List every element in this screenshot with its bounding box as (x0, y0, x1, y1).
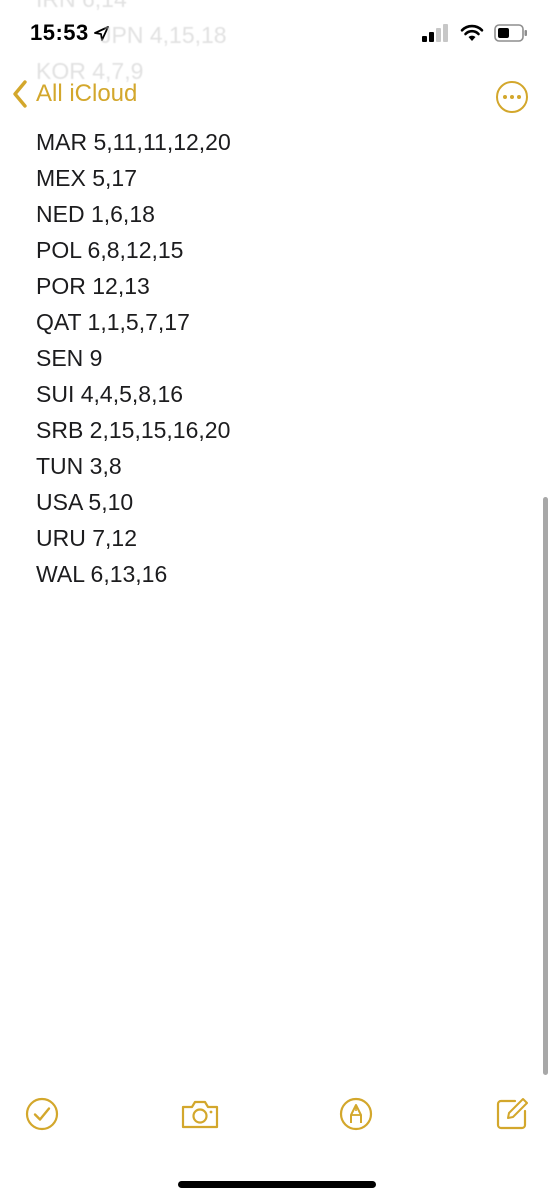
note-line: SEN 9 (36, 345, 103, 371)
camera-icon (181, 1100, 219, 1129)
note-line: TUN 3,8 (36, 453, 122, 479)
back-button[interactable]: All iCloud (12, 80, 137, 108)
note-line: SRB 2,15,15,16,20 (36, 417, 231, 443)
scrolled-note-line: IRN 6,14 (36, 0, 127, 13)
navigation-bar: All iCloud (0, 78, 554, 122)
scrolled-note-line: JPN 4,15,18 (100, 22, 227, 48)
note-line: WAL 6,13,16 (36, 561, 168, 587)
camera-button[interactable] (178, 1094, 222, 1134)
wifi-icon (460, 24, 484, 41)
note-line: POL 6,8,12,15 (36, 237, 184, 263)
more-dot (517, 95, 521, 99)
battery-icon (494, 24, 527, 42)
note-line: MEX 5,17 (36, 165, 137, 191)
more-options-button[interactable] (496, 81, 528, 113)
note-line: POR 12,13 (36, 273, 150, 299)
markup-pen-icon (339, 1097, 373, 1131)
compose-icon (496, 1098, 528, 1130)
checklist-button[interactable] (22, 1094, 62, 1134)
status-time: 15:53 (30, 20, 109, 46)
cellular-signal-icon (422, 24, 448, 42)
more-dot (510, 95, 514, 99)
checklist-icon (25, 1097, 59, 1131)
note-line: URU 7,12 (36, 525, 137, 551)
note-line: SUI 4,4,5,8,16 (36, 381, 184, 407)
more-dot (503, 95, 507, 99)
scroll-indicator[interactable] (543, 497, 548, 1075)
compose-button[interactable] (492, 1094, 532, 1134)
note-line: MAR 5,11,11,12,20 (36, 129, 231, 155)
chevron-left-icon (13, 80, 27, 108)
status-time-text: 15:53 (30, 20, 89, 45)
markup-button[interactable] (336, 1094, 376, 1134)
note-body[interactable]: MAR 5,11,11,12,20 MEX 5,17 NED 1,6,18 PO… (36, 124, 516, 592)
home-indicator[interactable] (178, 1181, 376, 1188)
note-line: NED 1,6,18 (36, 201, 155, 227)
back-button-label: All iCloud (36, 80, 138, 107)
bottom-toolbar (0, 1094, 554, 1144)
status-indicators (422, 24, 528, 42)
note-line: QAT 1,1,5,7,17 (36, 309, 190, 335)
note-line: USA 5,10 (36, 489, 134, 515)
